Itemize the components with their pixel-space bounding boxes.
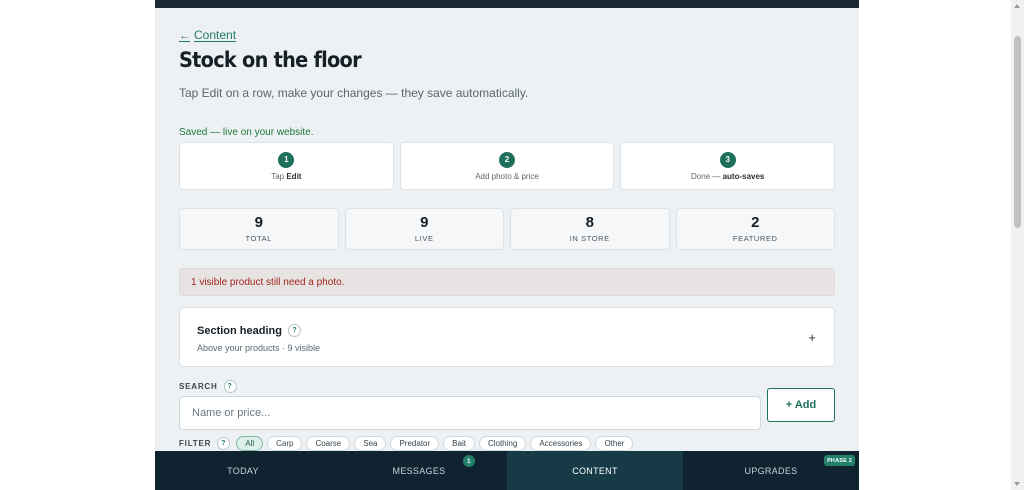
scroll-up-arrow-icon[interactable] [1014,4,1020,8]
back-to-content-link[interactable]: ← Content [179,28,236,42]
tab-label: UPGRADES [744,465,798,476]
bottom-nav: TODAY MESSAGES 1 CONTENT UPGRADES PHASE … [155,451,859,490]
stat-value: 8 [585,214,594,231]
plus-icon[interactable]: + [808,330,816,345]
step-text: Add photo & price [475,171,539,181]
saved-status: Saved — live on your website. [179,127,314,138]
step-number-badge: 1 [278,151,295,168]
stat-label: FEATURED [732,234,778,243]
filter-chip-other[interactable]: Other [595,436,634,451]
stat-label: LIVE [414,234,434,243]
stat-value: 2 [751,214,760,231]
filter-chip-predator[interactable]: Predator [390,436,440,451]
stat-label: IN STORE [569,234,610,243]
filter-chip-all[interactable]: All [236,436,264,451]
step-number-badge: 2 [499,151,515,168]
page-scrollbar[interactable] [1011,0,1024,490]
page-title: Stock on the floor [179,48,362,72]
filter-chip-coarse[interactable]: Coarse [306,436,351,451]
tab-label: CONTENT [572,465,618,476]
filter-chip-accessories[interactable]: Accessories [530,436,592,451]
step-text: Tap Edit [271,171,302,181]
filter-chip-clothing[interactable]: Clothing [478,436,527,451]
scrollbar-thumb[interactable] [1014,36,1021,228]
step-text: Done — auto-saves [690,171,765,181]
section-heading-title: Section heading ? [197,324,301,337]
step-card-3: 3 Done — auto-saves [620,142,836,190]
tab-content[interactable]: CONTENT [507,451,683,490]
stat-card-featured: 2 FEATURED [675,208,835,250]
phase-badge: PHASE 2 [824,455,855,466]
step-number-badge: 3 [719,151,736,168]
section-heading-card[interactable]: Section heading ? Above your products · … [179,307,835,367]
page-subtitle: Tap Edit on a row, make your changes — t… [179,86,529,100]
missing-photo-alert: 1 visible product still need a photo. [179,268,835,296]
stat-card-in-store: 8 IN STORE [510,208,670,250]
stat-value: 9 [254,214,263,231]
add-product-button[interactable]: + Add [767,388,835,422]
stat-card-total: 9 TOTAL [179,208,339,250]
question-circle-icon[interactable]: ? [217,437,231,450]
tab-upgrades[interactable]: UPGRADES PHASE 2 [683,451,859,490]
back-link-label: Content [194,28,237,42]
top-header-strip [155,0,859,8]
question-circle-icon[interactable]: ? [287,324,301,337]
stat-value: 9 [420,214,429,231]
stat-card-live: 9 LIVE [344,208,504,250]
filter-chip-sea[interactable]: Sea [354,436,387,451]
tab-label: TODAY [227,465,259,476]
question-circle-icon[interactable]: ? [223,380,237,393]
step-card-1: 1 Tap Edit [179,142,394,190]
steps-row: 1 Tap Edit 2 Add photo & price 3 Done — … [179,142,836,190]
tab-today[interactable]: TODAY [155,451,331,490]
search-label: SEARCH ? [179,380,237,393]
app-page: ← Content Stock on the floor Tap Edit on … [155,0,859,490]
filter-row: FILTER ? All Carp Coarse Sea Predator Ba… [179,436,634,451]
stat-label: TOTAL [245,234,272,243]
filter-label: FILTER ? [179,437,231,450]
scroll-down-arrow-icon[interactable] [1014,482,1020,486]
stats-row: 9 TOTAL 9 LIVE 8 IN STORE 2 FEATURED [179,208,835,250]
filter-chip-bait[interactable]: Bait [443,436,475,451]
tab-label: MESSAGES [392,465,446,476]
tab-messages[interactable]: MESSAGES 1 [331,451,507,490]
search-input[interactable] [179,396,761,430]
unread-count-badge: 1 [463,455,475,467]
filter-chip-carp[interactable]: Carp [267,436,303,451]
step-card-2: 2 Add photo & price [399,142,615,190]
section-heading-subtitle: Above your products · 9 visible [197,343,321,353]
left-arrow-icon: ← [179,30,190,42]
